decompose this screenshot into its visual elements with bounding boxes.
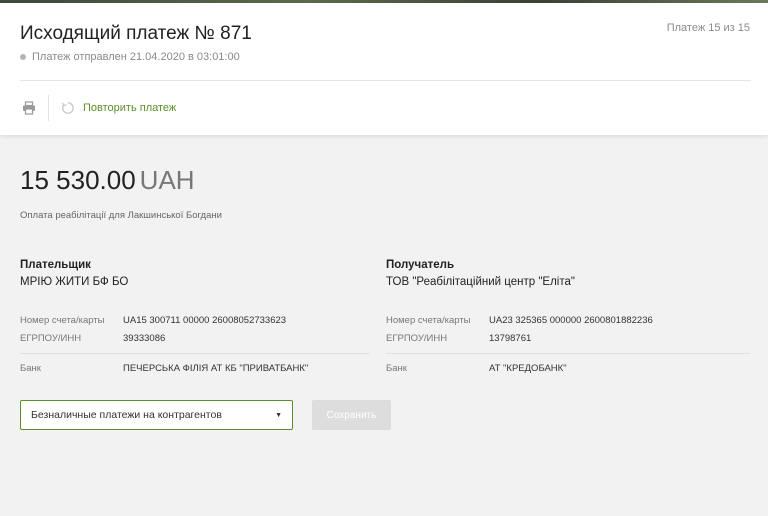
refresh-icon: [61, 102, 74, 114]
payer-divider: [20, 353, 370, 354]
payee-code-value: 13798761: [489, 333, 532, 344]
payer-bank-label: Банк: [20, 363, 41, 374]
payer-code-value: 39333086: [123, 333, 166, 344]
payee-code-label: ЕГРПОУ/ИНН: [386, 333, 448, 344]
payee-account-label: Номер счета/карты: [386, 315, 471, 326]
payee-name: ТОВ "Реабілітаційний центр "Еліта": [386, 276, 575, 288]
payment-counter: Платеж 15 из 15: [666, 22, 750, 34]
status-dot-icon: [20, 54, 26, 60]
print-button[interactable]: [20, 99, 38, 117]
category-selected-value: Безналичные платежи на контрагентов: [31, 409, 222, 421]
payee-account-value: UA23 325365 000000 2600801882236: [489, 315, 653, 326]
payer-name: МРІЮ ЖИТИ БФ БО: [20, 276, 129, 288]
payer-code-label: ЕГРПОУ/ИНН: [20, 333, 82, 344]
caret-down-icon: ▼: [275, 411, 282, 419]
toolbar-separator: [48, 95, 49, 121]
save-button[interactable]: Сохранить: [312, 400, 391, 430]
payee-role-label: Получатель: [386, 259, 455, 271]
payee-divider: [386, 353, 750, 354]
amount-currency: UAH: [139, 165, 195, 195]
payer-role-label: Плательщик: [20, 259, 91, 271]
repeat-payment-button[interactable]: Повторить платеж: [61, 101, 176, 115]
payment-status: Платеж отправлен 21.04.2020 в 03:01:00: [20, 51, 240, 63]
payment-amount: 15 530.00 UAH: [20, 165, 195, 196]
payee-section: Получатель ТОВ "Реабілітаційний центр "Е…: [386, 259, 751, 374]
payee-bank-value: АТ "КРЕДОБАНК": [489, 363, 567, 374]
printer-icon: [23, 101, 35, 115]
amount-value: 15 530.00: [20, 165, 136, 195]
header-divider: [20, 80, 751, 81]
repeat-payment-label: Повторить платеж: [83, 102, 177, 114]
page-title: Исходящий платеж № 871: [20, 23, 252, 44]
status-text: Платеж отправлен 21.04.2020 в 03:01:00: [32, 51, 240, 63]
payment-purpose: Оплата реабілітації для Лакшинської Богд…: [20, 210, 222, 221]
payment-header: Исходящий платеж № 871 Платеж 15 из 15 П…: [0, 3, 768, 135]
category-select[interactable]: Безналичные платежи на контрагентов ▼: [20, 400, 293, 430]
payer-bank-value: ПЕЧЕРСЬКА ФІЛІЯ АТ КБ "ПРИВАТБАНК": [123, 363, 309, 374]
payer-account-value: UA15 300711 00000 26008052733623: [123, 315, 287, 326]
payer-account-label: Номер счета/карты: [20, 315, 105, 326]
payee-bank-label: Банк: [386, 363, 407, 374]
toolbar: Повторить платеж: [20, 95, 176, 121]
payer-section: Плательщик МРІЮ ЖИТИ БФ БО Номер счета/к…: [20, 259, 385, 374]
